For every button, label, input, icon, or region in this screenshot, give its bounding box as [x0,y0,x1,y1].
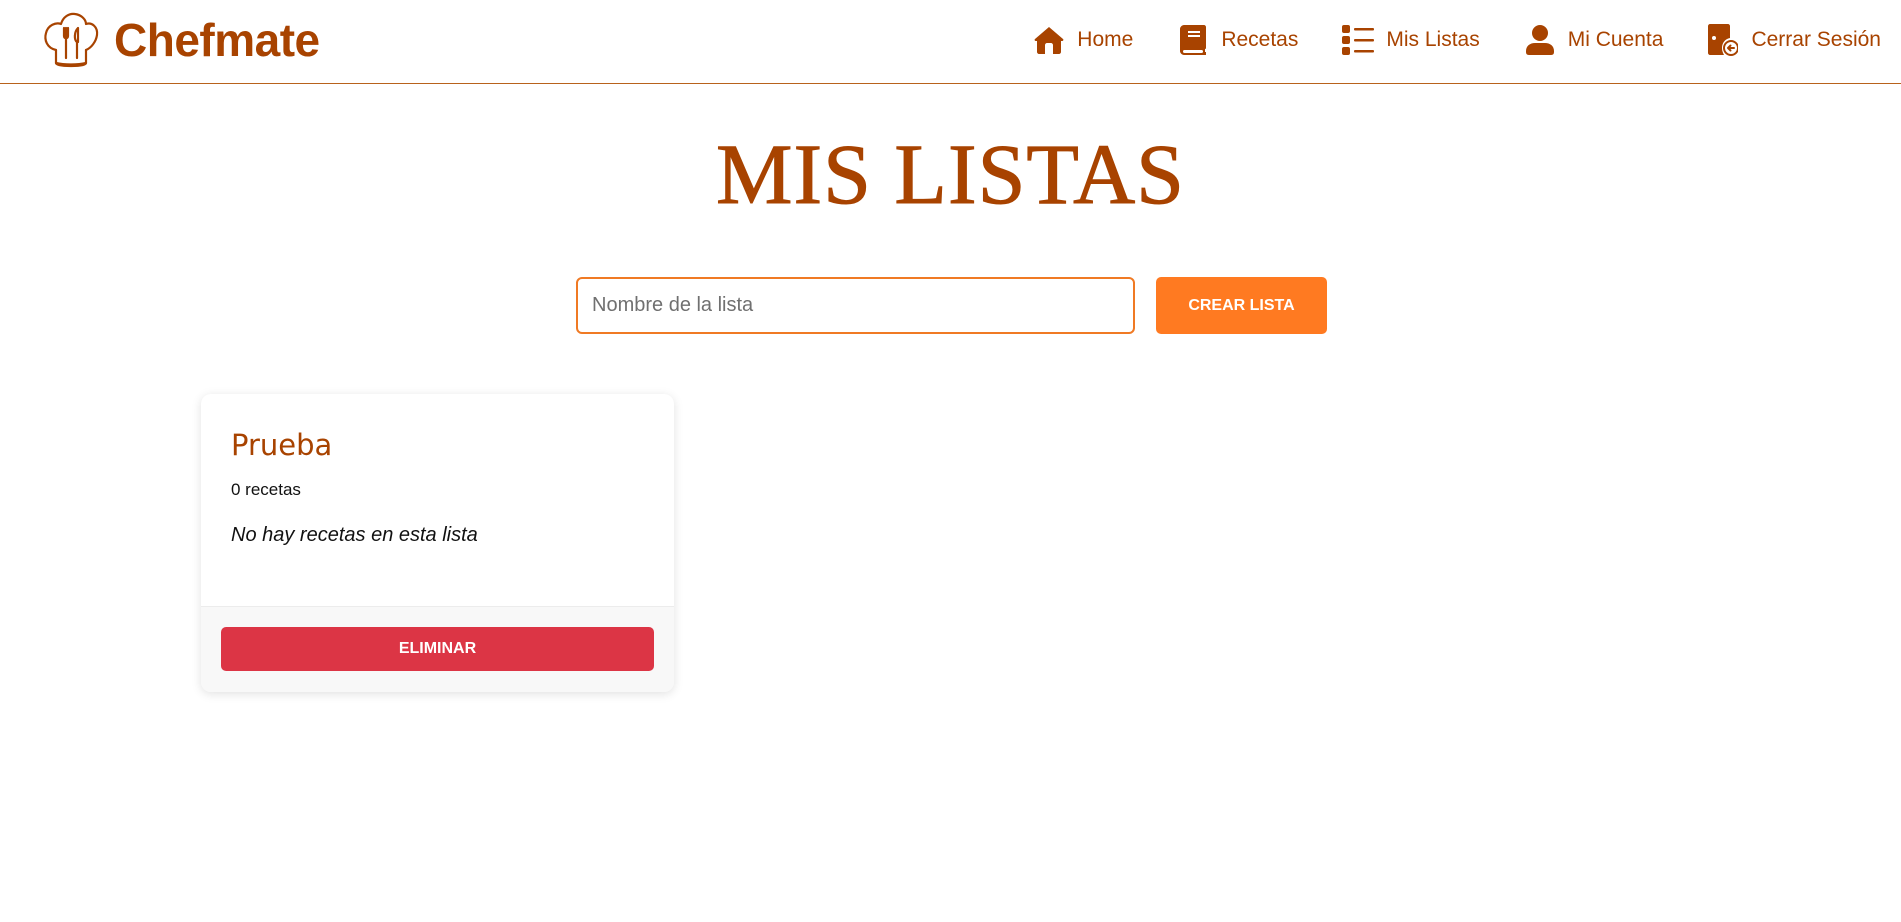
nav-item-label: Mis Listas [1386,28,1480,51]
logout-icon [1707,24,1739,56]
nav-item-label: Recetas [1221,28,1299,51]
delete-list-button[interactable]: ELIMINAR [221,627,654,671]
user-icon [1524,24,1556,56]
list-card-title: Prueba [231,428,333,462]
navbar: Chefmate Home Recetas Mis Listas Mi Cuen… [0,0,1901,84]
nav-item-recetas[interactable]: Recetas [1177,24,1298,56]
list-empty-message: No hay recetas en esta lista [231,524,478,546]
nav-item-cerrar-sesion[interactable]: Cerrar Sesión [1707,24,1881,56]
create-list-form: CREAR LISTA [576,277,1327,334]
home-icon [1033,24,1065,56]
nav-item-home[interactable]: Home [1033,24,1133,56]
list-recipe-count: 0 recetas [231,480,301,499]
list-card-body: Prueba 0 recetas No hay recetas en esta … [201,394,674,606]
nav-links: Home Recetas Mis Listas Mi Cuenta Cerrar… [989,0,1881,80]
nav-item-label: Home [1077,28,1134,51]
nav-item-label: Mi Cuenta [1567,28,1664,51]
create-list-button[interactable]: CREAR LISTA [1156,277,1327,334]
chef-hat-fork-knife-icon [44,12,99,68]
list-card-footer: ELIMINAR [201,606,674,692]
nav-item-mi-cuenta[interactable]: Mi Cuenta [1524,24,1664,56]
book-icon [1177,24,1209,56]
nav-item-mis-listas[interactable]: Mis Listas [1342,24,1480,56]
page-title: MIS LISTAS [715,126,1186,223]
list-name-input[interactable] [576,277,1135,334]
brand-name: Chefmate [114,14,320,66]
list-icon [1342,24,1375,56]
brand-link[interactable]: Chefmate [42,10,320,70]
nav-item-label: Cerrar Sesión [1751,28,1881,51]
list-card: Prueba 0 recetas No hay recetas en esta … [201,394,674,692]
